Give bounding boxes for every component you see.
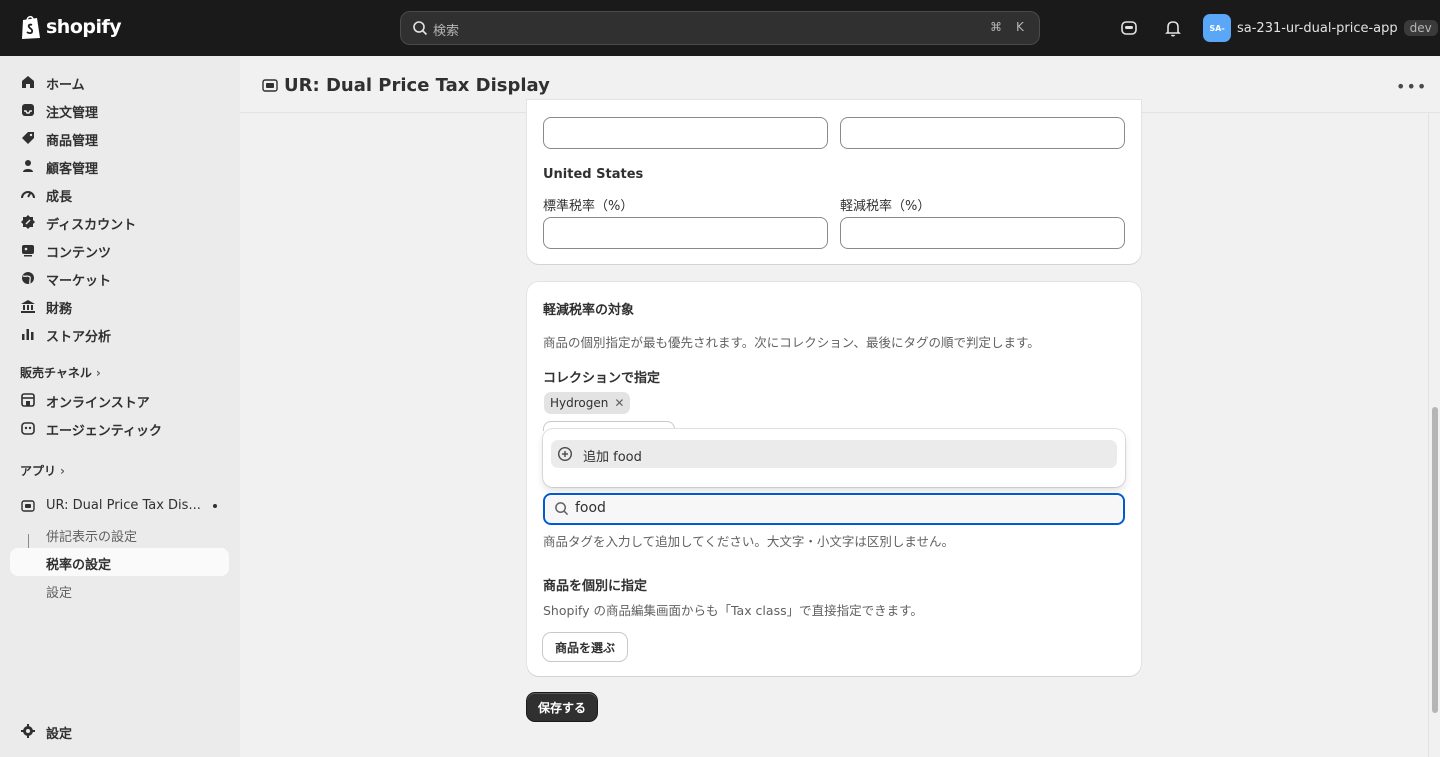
sidebar-item-label: ストア分析 <box>46 330 112 345</box>
apps-label: アプリ <box>20 464 57 478</box>
plus-circle-icon <box>557 446 573 462</box>
sidebar-item-label: コンテンツ <box>46 246 112 261</box>
sidebar-item-label: 成長 <box>46 190 73 205</box>
add-tag-option-label: 追加 food <box>583 450 642 465</box>
apps-header[interactable]: アプリ › <box>20 462 65 479</box>
sidebar-item-label: ホーム <box>46 78 85 93</box>
sidebar-item-app[interactable]: UR: Dual Price Tax Dis... <box>10 492 229 520</box>
sidebar-item-discounts[interactable]: ディスカウント <box>10 208 229 236</box>
discount-icon <box>21 215 35 229</box>
sidebar-item-label: オンラインストア <box>46 396 150 411</box>
shopify-bag-icon <box>22 15 40 39</box>
remove-tag-icon[interactable]: ✕ <box>614 396 624 410</box>
sidebar-item-label: UR: Dual Price Tax Dis... <box>46 498 201 513</box>
search-icon <box>555 502 569 516</box>
tag-search-input[interactable] <box>543 493 1125 525</box>
app-icon <box>262 79 278 92</box>
reduced-rate-label: 軽減税率（%） <box>840 199 931 214</box>
collection-heading: コレクションで指定 <box>543 371 661 386</box>
select-products-button[interactable]: 商品を選ぶ <box>543 633 628 661</box>
sidebar-item-label: エージェンティック <box>46 424 162 439</box>
previous-reduced-rate-input[interactable] <box>840 117 1125 149</box>
sidebar-item-orders[interactable]: 注文管理 <box>10 96 229 124</box>
chart-icon <box>22 329 34 340</box>
region-heading: United States <box>543 167 644 182</box>
sales-channels-label: 販売チャネル <box>20 366 92 380</box>
dev-badge: dev <box>1403 20 1438 36</box>
tag-label: Hydrogen <box>550 396 609 410</box>
app-icon <box>21 500 35 512</box>
robot-icon <box>21 422 35 435</box>
search-placeholder: 検索 <box>433 24 460 39</box>
person-icon <box>23 160 33 172</box>
sidebar-item-markets[interactable]: マーケット <box>10 264 229 292</box>
sidebar-item-label: 設定 <box>46 727 73 742</box>
card-description: 商品の個別指定が最も優先されます。次にコレクション、最後にタグの順で判定します。 <box>543 335 1040 350</box>
sidebar-item-label: 税率の設定 <box>46 558 112 573</box>
product-heading: 商品を個別に指定 <box>543 579 648 594</box>
shopify-logo[interactable]: shopify <box>20 14 122 40</box>
image-icon <box>22 245 34 257</box>
brand-name: shopify <box>46 16 122 38</box>
reduced-rate-input[interactable] <box>840 217 1125 249</box>
sidebar-item-label: 注文管理 <box>46 106 99 121</box>
standard-rate-input[interactable] <box>543 217 828 249</box>
standard-rate-label: 標準税率（%） <box>543 199 634 214</box>
tag-help-text: 商品タグを入力して追加してください。大文字・小文字は区別しません。 <box>543 534 955 549</box>
sidebar-item-settings[interactable]: 設定 <box>10 717 229 745</box>
sidebar-item-finance[interactable]: 財務 <box>10 292 229 320</box>
sidebar-item-agentic[interactable]: エージェンティック <box>10 414 229 442</box>
sidebar-item-label: ディスカウント <box>46 218 137 233</box>
bank-icon <box>21 300 35 313</box>
card-title: 軽減税率の対象 <box>543 303 635 318</box>
page-title: UR: Dual Price Tax Display <box>284 75 550 96</box>
top-bar: shopify 検索 ⌘ K SA- sa-231-ur-dual-price-… <box>0 0 1440 56</box>
store-icon <box>21 393 35 407</box>
bell-icon[interactable] <box>1161 16 1185 40</box>
sidebar-subitem-tax-rate-settings[interactable]: 税率の設定 <box>10 548 229 576</box>
sidebar-item-label: マーケット <box>46 274 112 289</box>
sidebar-item-label: 財務 <box>46 302 73 317</box>
sidebar-item-label: 商品管理 <box>46 134 99 149</box>
sidebar-item-label: 顧客管理 <box>46 162 99 177</box>
sidebar-item-growth[interactable]: 成長 <box>10 180 229 208</box>
search-icon <box>413 21 428 36</box>
sidebar-item-label: 設定 <box>46 586 73 601</box>
sidebar-item-label: 併記表示の設定 <box>46 530 138 545</box>
sidebar-subitem-settings[interactable]: 設定 <box>10 576 229 604</box>
shortcut-cmd: ⌘ <box>990 20 1002 34</box>
globe-icon <box>22 272 34 285</box>
previous-standard-rate-input[interactable] <box>543 117 828 149</box>
global-search[interactable]: 検索 ⌘ K <box>400 11 1040 45</box>
chevron-right-icon: › <box>95 365 101 380</box>
store-menu[interactable]: SA- sa-231-ur-dual-price-app dev <box>1203 14 1438 42</box>
shortcut-key: K <box>1016 20 1024 34</box>
sidebar-item-home[interactable]: ホーム <box>10 68 229 96</box>
collection-tag: Hydrogen ✕ <box>544 392 631 414</box>
pin-dot-icon[interactable] <box>213 504 217 508</box>
tag-search-value: food <box>575 500 606 516</box>
sidebar-item-analytics[interactable]: ストア分析 <box>10 320 229 348</box>
sales-channels-header[interactable]: 販売チャネル › <box>20 364 101 381</box>
inbox-icon <box>22 104 34 116</box>
sidebar-item-products[interactable]: 商品管理 <box>10 124 229 152</box>
sidebar-item-content[interactable]: コンテンツ <box>10 236 229 264</box>
tag-icon <box>22 132 34 144</box>
sidebar-subitem-display-settings[interactable]: 併記表示の設定 <box>10 520 229 548</box>
gear-icon <box>21 724 35 738</box>
product-help-text: Shopify の商品編集画面からも「Tax class」で直接指定できます。 <box>543 603 923 618</box>
chevron-right-icon: › <box>60 463 65 478</box>
store-name: sa-231-ur-dual-price-app <box>1237 20 1398 36</box>
sidebar-item-online-store[interactable]: オンラインストア <box>10 386 229 414</box>
scrollbar-thumb[interactable] <box>1432 407 1438 713</box>
avatar: SA- <box>1203 14 1231 42</box>
more-actions-icon[interactable]: ••• <box>1396 77 1426 96</box>
sidebar-item-customers[interactable]: 顧客管理 <box>10 152 229 180</box>
save-button[interactable]: 保存する <box>527 693 598 721</box>
sidekick-icon[interactable] <box>1117 16 1141 40</box>
gauge-icon <box>21 191 35 199</box>
home-icon <box>22 76 34 88</box>
